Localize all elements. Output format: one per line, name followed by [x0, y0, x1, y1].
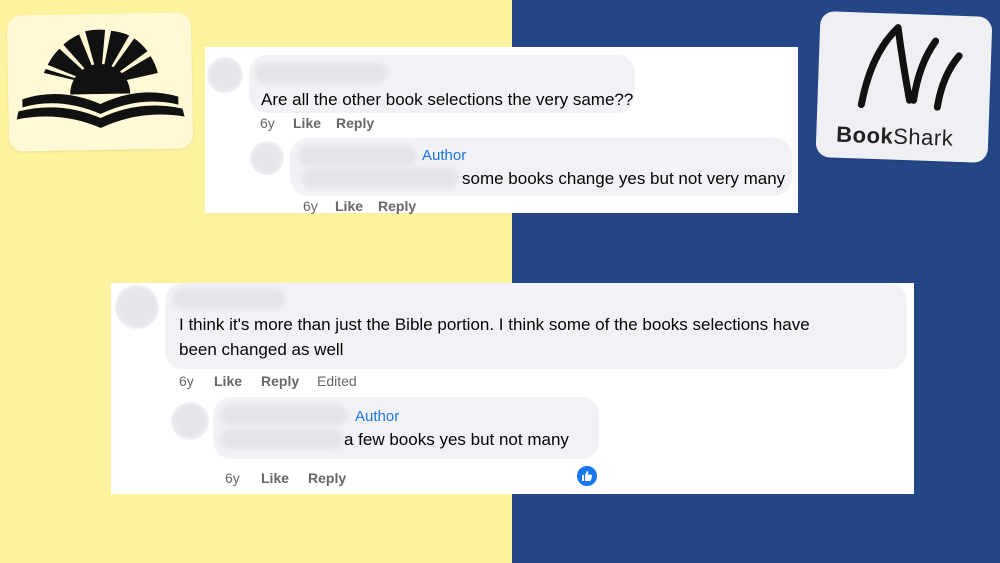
comment-text: Are all the other book selections the ve… — [261, 90, 634, 109]
shark-fin-icon — [857, 24, 963, 111]
comment-text-line2: been changed as well — [179, 340, 344, 359]
bookshark-logo: BookShark — [815, 11, 993, 163]
commenter-name[interactable] — [173, 289, 285, 309]
reply-blurred-text — [221, 429, 343, 449]
comment-time[interactable]: 6y — [260, 115, 275, 131]
reply-button[interactable]: Reply — [308, 470, 346, 486]
comment-text-line1: I think it's more than just the Bible po… — [179, 315, 810, 334]
author-badge: Author — [422, 147, 467, 164]
reply-time[interactable]: 6y — [303, 198, 318, 214]
like-button[interactable]: Like — [214, 373, 242, 389]
reply-button[interactable]: Reply — [378, 198, 416, 214]
sunrise-book-logo — [6, 12, 194, 152]
comment-time[interactable]: 6y — [179, 373, 194, 389]
like-button[interactable]: Like — [293, 115, 321, 131]
like-button[interactable]: Like — [335, 198, 363, 214]
author-badge: Author — [355, 408, 400, 425]
commenter-name[interactable] — [255, 63, 387, 83]
reply-blurred-text — [302, 168, 458, 188]
reply-text: a few books yes but not many — [344, 430, 569, 449]
bookshark-wordmark: BookShark — [835, 121, 954, 151]
reply-author-name[interactable] — [298, 146, 416, 166]
thumbs-up-icon[interactable] — [575, 464, 599, 488]
reply-bubble: Author a few books yes but not many — [213, 397, 599, 459]
open-book-sunrise-icon — [16, 29, 185, 128]
avatar[interactable] — [250, 141, 284, 175]
reply-button[interactable]: Reply — [261, 373, 299, 389]
reply-text: some books change yes but not very many — [462, 169, 786, 188]
reply-bubble: Author some books change yes but not ver… — [290, 138, 792, 196]
comment-bubble: I think it's more than just the Bible po… — [165, 283, 907, 369]
avatar[interactable] — [171, 402, 209, 440]
avatar[interactable] — [115, 285, 159, 329]
reply-author-name[interactable] — [221, 405, 347, 425]
reply-button[interactable]: Reply — [336, 115, 374, 131]
avatar[interactable] — [207, 57, 243, 93]
comment-thread-2: I think it's more than just the Bible po… — [111, 283, 914, 494]
comment-bubble: Are all the other book selections the ve… — [249, 55, 635, 113]
reply-time[interactable]: 6y — [225, 470, 240, 486]
comment-thread-1: Are all the other book selections the ve… — [205, 47, 798, 214]
edited-label: Edited — [317, 373, 357, 389]
like-button[interactable]: Like — [261, 470, 289, 486]
